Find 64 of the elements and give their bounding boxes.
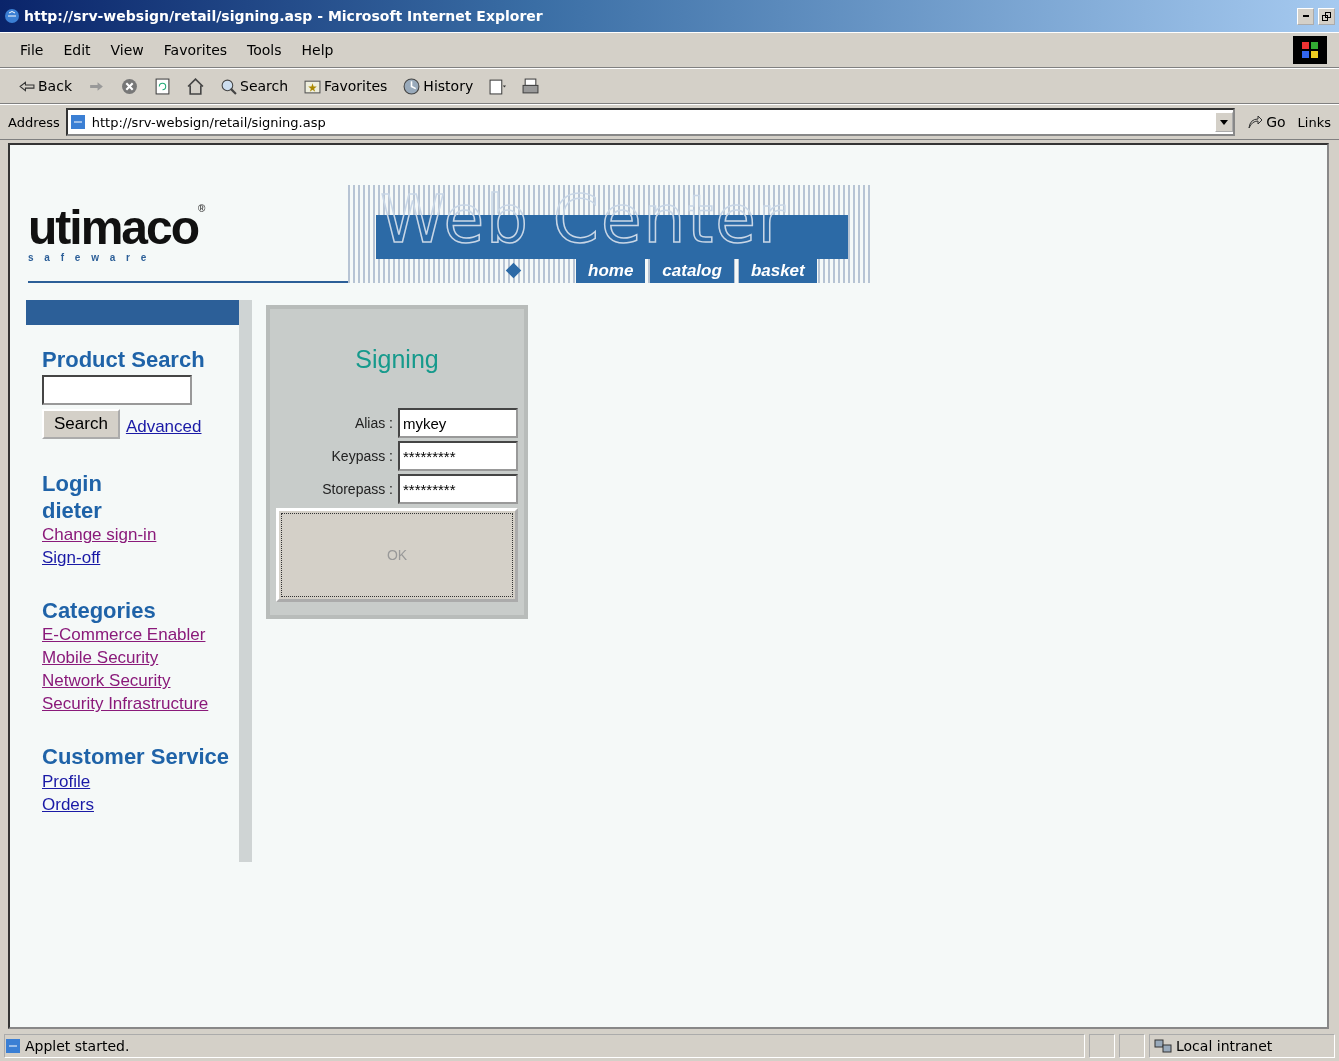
status-text: Applet started. — [25, 1037, 130, 1054]
favorites-button[interactable]: Favorites — [298, 75, 394, 97]
nav-tab[interactable]: home — [576, 259, 646, 283]
input-field[interactable]: ********* — [398, 474, 518, 504]
page-icon — [69, 114, 86, 130]
link[interactable]: E-Commerce Enabler — [42, 624, 239, 648]
caret-icon — [1220, 120, 1229, 125]
stop-icon — [121, 77, 138, 95]
search-button[interactable]: Search — [214, 75, 295, 97]
windows-logo-icon — [1293, 36, 1327, 64]
logo-tagline: s a f e w a r e — [28, 252, 152, 263]
menu-item[interactable]: View — [102, 40, 152, 60]
back-button[interactable]: Back — [12, 75, 78, 97]
minimize-icon — [1302, 15, 1309, 17]
home-icon — [187, 77, 204, 95]
history-icon — [403, 77, 421, 95]
section-heading: Categories — [42, 598, 157, 625]
search-icon — [220, 77, 237, 95]
menu-item[interactable]: Edit — [55, 40, 99, 60]
link[interactable]: Network Security — [42, 670, 239, 694]
menu-item[interactable]: File — [12, 40, 52, 60]
address-label: Address — [8, 114, 60, 130]
nav-tab[interactable]: basket — [738, 259, 817, 283]
field-label: Storepass : — [322, 481, 393, 497]
logo-text: utimaco® — [28, 204, 205, 252]
address-field[interactable]: http://srv-websign/retail/signing.asp — [65, 108, 1236, 136]
input-field[interactable]: ********* — [398, 441, 518, 471]
history-button[interactable]: History — [397, 75, 480, 97]
link[interactable]: Profile — [42, 770, 239, 794]
menu-item[interactable]: Tools — [239, 40, 290, 60]
status-pane — [1119, 1033, 1145, 1058]
user-name: dieter — [42, 497, 103, 525]
advanced-link[interactable]: Advanced — [125, 416, 202, 440]
search-button[interactable]: Search — [42, 409, 120, 440]
printer-icon — [522, 77, 540, 95]
zone-text: Local intranet — [1176, 1037, 1273, 1054]
dropdown-button[interactable] — [1215, 112, 1234, 132]
minimize-button[interactable] — [1297, 7, 1314, 25]
section-heading: Login — [42, 471, 103, 498]
browser-icon — [4, 8, 20, 24]
link[interactable]: Security Infrastructure — [42, 693, 239, 717]
link[interactable]: Orders — [42, 793, 239, 817]
link[interactable]: Change sign-in — [42, 524, 239, 548]
section-heading: Product Search — [42, 347, 206, 374]
restore-button[interactable] — [1318, 7, 1335, 25]
menu-item[interactable]: Help — [293, 40, 342, 60]
panel-title: Signing — [355, 345, 439, 374]
nav-tab[interactable]: catalog — [650, 259, 734, 283]
window-title: http://srv-websign/retail/signing.asp - Microsoft Internet Explorer — [24, 8, 544, 24]
link[interactable]: Sign-off — [42, 547, 239, 571]
refresh-icon — [154, 77, 171, 95]
section-heading: Customer Service — [42, 744, 231, 771]
status-pane — [1089, 1033, 1115, 1058]
restore-icon — [1322, 11, 1331, 21]
link[interactable]: Mobile Security — [42, 647, 239, 671]
input-field[interactable]: mykey — [398, 408, 518, 438]
go-button[interactable]: Go — [1241, 112, 1292, 132]
go-arrow-icon — [1247, 114, 1264, 130]
field-label: Alias : — [354, 415, 393, 431]
search-field[interactable] — [42, 375, 192, 406]
menu-item[interactable]: Favorites — [155, 40, 236, 60]
field-label: Keypass : — [331, 448, 393, 464]
network-icon — [1154, 1037, 1172, 1054]
links-label[interactable]: Links — [1297, 114, 1331, 130]
